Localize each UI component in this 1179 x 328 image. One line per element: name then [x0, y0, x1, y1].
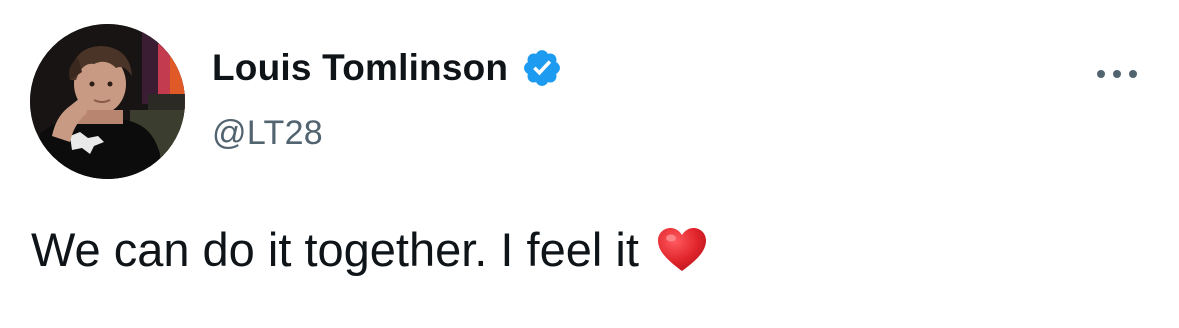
author-name-row: Louis Tomlinson — [212, 44, 563, 92]
tweet-text: We can do it together. I feel it — [31, 223, 639, 276]
tweet-card: Louis Tomlinson @LT28 We can do it toget… — [0, 0, 1179, 328]
avatar[interactable] — [30, 24, 185, 179]
more-dot — [1129, 70, 1137, 78]
verified-badge-icon — [521, 47, 563, 89]
more-dot — [1097, 70, 1105, 78]
author-handle[interactable]: @LT28 — [212, 114, 323, 153]
more-options-icon[interactable] — [1097, 62, 1137, 86]
red-heart-icon — [657, 227, 707, 273]
tweet-body: We can do it together. I feel it — [31, 222, 707, 277]
profile-photo — [30, 24, 185, 179]
display-name[interactable]: Louis Tomlinson — [212, 47, 508, 89]
more-dot — [1113, 70, 1121, 78]
